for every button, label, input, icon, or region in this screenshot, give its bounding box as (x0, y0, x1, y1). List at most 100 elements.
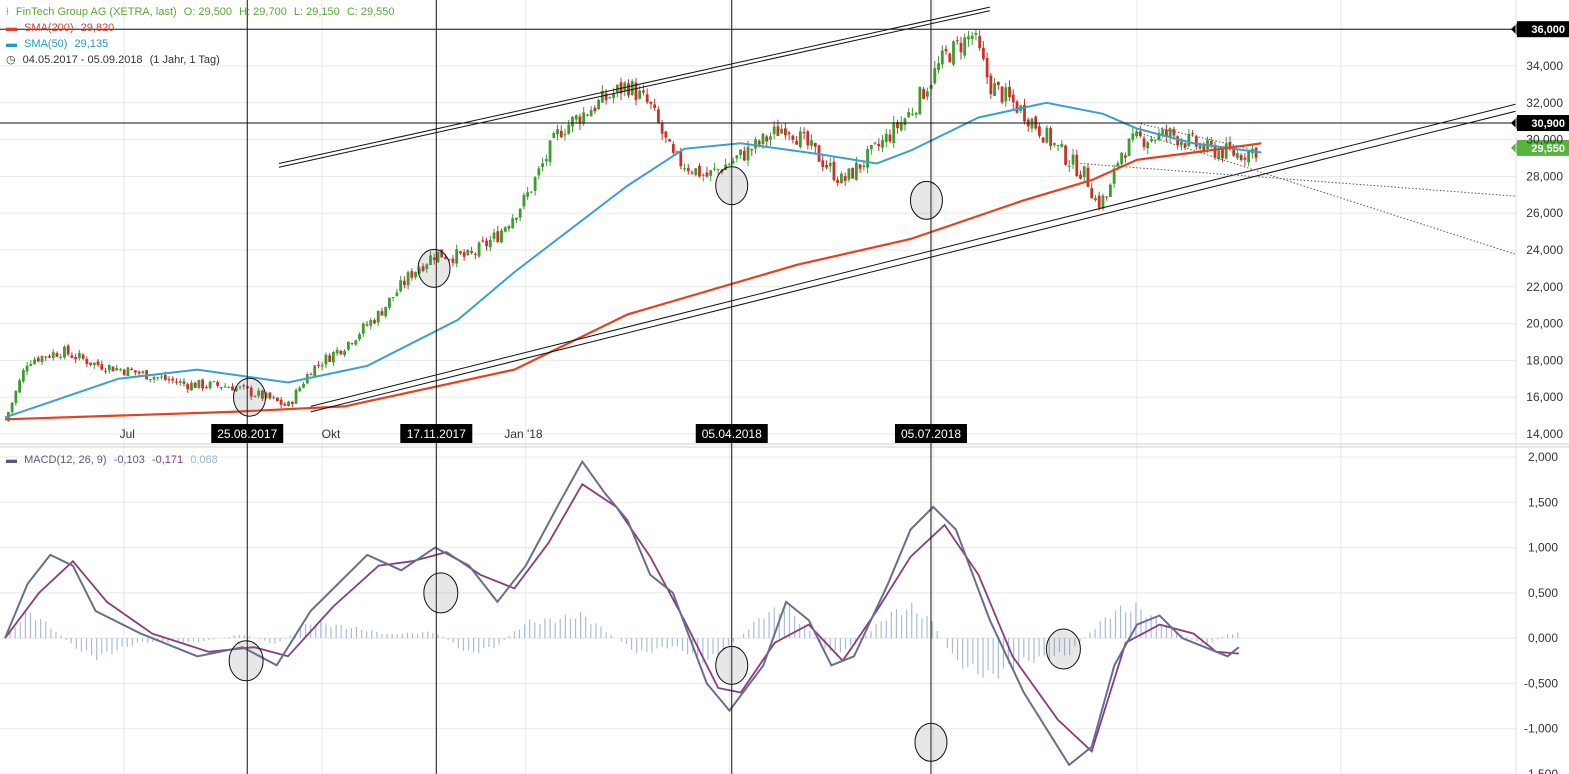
candle-body (914, 112, 918, 115)
candle-body (627, 83, 630, 96)
candle-body (77, 352, 81, 359)
legend-row-sma200: ▬ SMA(200) 29,820 (6, 20, 399, 36)
price-level-label: 36,000 (1531, 24, 1565, 36)
candle-body (1191, 133, 1194, 135)
candle-body (884, 133, 888, 143)
candle-body (1194, 136, 1198, 147)
candle-body (171, 378, 175, 381)
candle-body (231, 386, 234, 391)
candle-body (862, 165, 866, 168)
candle-body (376, 311, 380, 323)
candle-body (1236, 153, 1239, 158)
clock-icon: ◷ (6, 54, 16, 66)
candle-body (1153, 139, 1157, 141)
candle-body (1198, 145, 1202, 149)
candle-body (761, 133, 765, 144)
signal-value: -0,171 (151, 454, 184, 466)
candle-body (1086, 167, 1090, 187)
candle-body (275, 397, 279, 401)
candle-body (328, 355, 332, 362)
candle-body (825, 164, 828, 168)
candle-body (552, 133, 556, 138)
candle-body (346, 341, 350, 350)
trendline (310, 103, 1516, 407)
candle-body (974, 33, 978, 35)
candle-body (623, 82, 627, 91)
candle-body (388, 297, 391, 308)
candle-body (571, 116, 574, 127)
candle-body (1071, 154, 1075, 165)
candle-body (1183, 143, 1187, 148)
candle-body (481, 240, 485, 242)
candle-body (339, 350, 343, 355)
candle-body (137, 371, 141, 374)
candle-body (167, 379, 171, 381)
candle-body (735, 155, 739, 159)
circle-annotation (1045, 628, 1081, 670)
candle-body (567, 124, 571, 134)
candle-body (391, 296, 395, 298)
candle-body (769, 136, 772, 140)
candle-body (369, 320, 373, 326)
candle-body (713, 168, 716, 170)
candle-body (858, 164, 862, 169)
candle-body (365, 324, 369, 326)
candle-body (996, 81, 1000, 86)
macd-tick-label: 0,000 (1528, 631, 1558, 645)
candle-body (739, 149, 742, 155)
candle-body (1217, 150, 1221, 159)
candle-body (208, 381, 212, 389)
candle-body (29, 363, 33, 366)
candle-body (582, 112, 586, 124)
candle-body (134, 370, 137, 373)
time-tick-label: Okt (322, 427, 341, 441)
candle-body (952, 41, 955, 65)
candle-body (518, 208, 522, 218)
price-tick-label: 34,000 (1526, 59, 1563, 73)
candle-body (204, 387, 208, 389)
candle-body (993, 83, 996, 97)
candle-body (798, 131, 802, 148)
candle-body (698, 165, 701, 177)
candle-body (104, 370, 107, 372)
candle-body (361, 323, 365, 334)
candle-body (604, 93, 608, 101)
circle-annotation (417, 248, 451, 288)
candle-body (709, 170, 713, 176)
macd-tick-label: -1,000 (1524, 722, 1558, 736)
sma50-swatch-icon: ▬ (6, 38, 17, 50)
circle-annotation (715, 645, 749, 685)
candle-body (1108, 184, 1112, 197)
candle-body (1056, 145, 1060, 147)
candle-body (556, 129, 559, 135)
price-tick-label: 24,000 (1526, 243, 1563, 257)
candle-body (163, 375, 167, 380)
circle-annotation (715, 166, 749, 206)
candle-body (287, 401, 290, 407)
candle-body (51, 352, 55, 358)
candle-body (716, 169, 720, 171)
candle-body (55, 353, 59, 357)
candle-body (216, 381, 219, 386)
candle-body (197, 379, 201, 388)
candle-body (1004, 87, 1008, 102)
candle-body (466, 250, 470, 256)
macd-swatch-icon: ▬ (6, 454, 17, 466)
candle-body (320, 365, 324, 367)
candle-body (1131, 133, 1135, 140)
price-legend: ⟊ FinTech Group AG (XETRA, last) O: 29,5… (6, 4, 399, 68)
candle-body (358, 334, 361, 340)
candle-body (660, 123, 664, 134)
candle-body (937, 63, 940, 70)
candle-body (89, 362, 92, 365)
candle-body (515, 217, 518, 220)
candle-body (1094, 197, 1097, 201)
date-marker-label: 05.07.2018 (901, 427, 961, 441)
candle-body (152, 377, 156, 380)
candle-body (1168, 128, 1172, 137)
annotations: 25.08.2017 17.11.2017 05.04.2018 05.07.2018 (0, 0, 1516, 774)
candle-body (836, 179, 840, 184)
candle-body (559, 130, 563, 138)
candle-body (645, 94, 649, 103)
candle-body (14, 391, 18, 403)
